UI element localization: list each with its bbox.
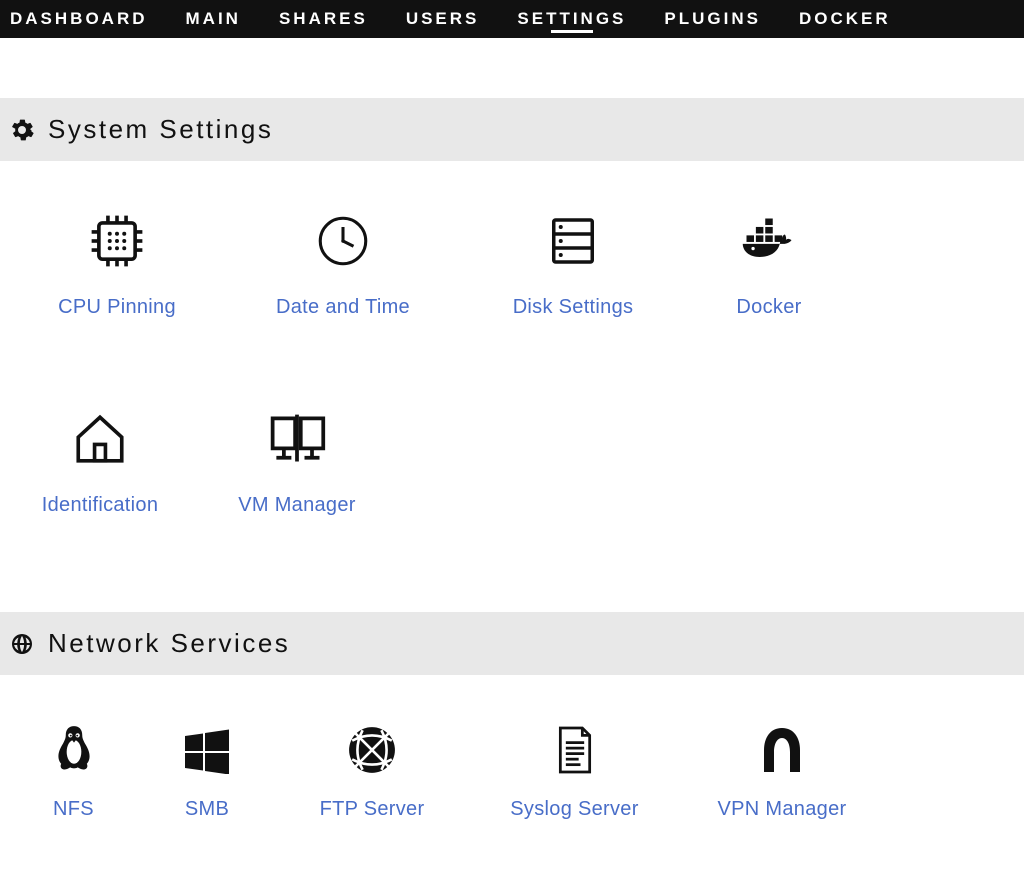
nav-docker[interactable]: DOCKER (799, 1, 891, 37)
clock-icon (313, 211, 373, 271)
setting-identification[interactable]: Identification (10, 409, 190, 517)
nav-users[interactable]: USERS (406, 1, 480, 37)
nav-main[interactable]: MAIN (186, 1, 241, 37)
network-services-grid: NFS SMB FTP Server Syslog Server VPN Man… (0, 675, 1024, 821)
file-icon (545, 720, 605, 780)
penguin-icon (44, 720, 104, 780)
setting-label: VM Manager (238, 494, 356, 517)
setting-syslog-server[interactable]: Syslog Server (467, 720, 682, 821)
setting-vm-manager[interactable]: VM Manager (190, 409, 404, 517)
section-title-network: Network Services (48, 628, 290, 659)
setting-label: Date and Time (276, 296, 410, 319)
globe-icon (10, 632, 34, 656)
section-header-network: Network Services (0, 612, 1024, 675)
setting-ftp-server[interactable]: FTP Server (277, 720, 467, 821)
section-title-system: System Settings (48, 114, 273, 145)
home-icon (70, 409, 130, 469)
nav-shares[interactable]: SHARES (279, 1, 368, 37)
setting-label: CPU Pinning (58, 296, 176, 319)
setting-label: Syslog Server (510, 798, 638, 821)
setting-label: Disk Settings (513, 296, 634, 319)
section-header-system: System Settings (0, 98, 1024, 161)
docker-icon (739, 211, 799, 271)
setting-label: Docker (736, 296, 801, 319)
setting-label: Identification (42, 494, 159, 517)
network-icon (342, 720, 402, 780)
setting-label: FTP Server (320, 798, 425, 821)
setting-disk-settings[interactable]: Disk Settings (462, 211, 684, 319)
nav-plugins[interactable]: PLUGINS (664, 1, 761, 37)
gear-icon (10, 118, 34, 142)
cpu-icon (87, 211, 147, 271)
tunnel-icon (752, 720, 812, 780)
setting-smb[interactable]: SMB (137, 720, 277, 821)
top-nav: DASHBOARD MAIN SHARES USERS SETTINGS PLU… (0, 0, 1024, 38)
system-settings-grid: CPU Pinning Date and Time Disk Settings … (0, 161, 1024, 517)
setting-label: SMB (185, 798, 229, 821)
vm-icon (267, 409, 327, 469)
windows-icon (177, 720, 237, 780)
setting-label: VPN Manager (718, 798, 847, 821)
setting-nfs[interactable]: NFS (10, 720, 137, 821)
nav-settings[interactable]: SETTINGS (517, 1, 626, 37)
disk-icon (543, 211, 603, 271)
setting-vpn-manager[interactable]: VPN Manager (682, 720, 882, 821)
setting-date-time[interactable]: Date and Time (224, 211, 462, 319)
setting-cpu-pinning[interactable]: CPU Pinning (10, 211, 224, 319)
setting-docker[interactable]: Docker (684, 211, 854, 319)
setting-label: NFS (53, 798, 94, 821)
nav-dashboard[interactable]: DASHBOARD (10, 1, 148, 37)
